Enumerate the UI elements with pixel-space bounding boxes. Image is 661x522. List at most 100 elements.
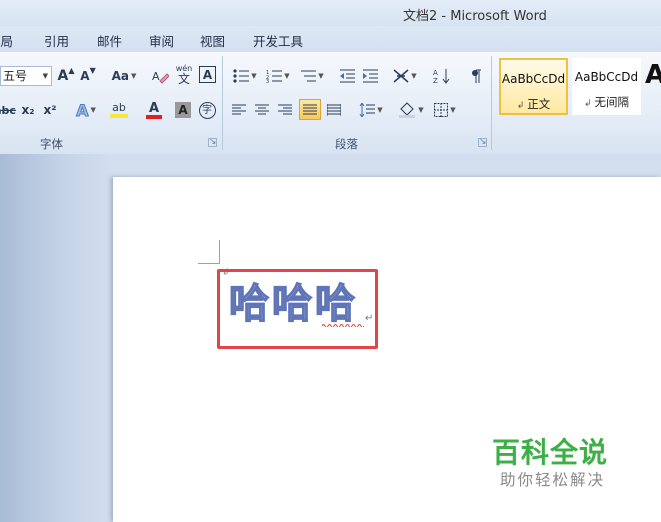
grow-font-label: A [57,68,69,84]
group-divider [222,56,223,150]
enclose-characters-button[interactable]: 字 [197,100,217,120]
return-mark-icon: ↲ [584,99,595,109]
style-name: 无间隔 [594,95,629,109]
justify-button[interactable] [299,99,321,120]
sort-icon: AZ [433,69,450,84]
dialog-launcher-icon[interactable]: ↘ [478,138,487,147]
align-center-button[interactable] [253,100,271,120]
window-title: 文档2 - Microsoft Word [403,9,547,24]
style-no-spacing[interactable]: AaBbCcDd ↲ 无间隔 [572,58,641,115]
multilevel-list-button[interactable]: ▼ [297,66,327,86]
subscript-label: x₂ [21,103,35,117]
tab-references[interactable]: 引用 [44,31,69,50]
font-size-select[interactable]: 五号 ▼ [0,66,52,86]
phonetic-guide-button[interactable]: wén 文 [174,64,194,86]
line-spacing-button[interactable]: ▼ [357,100,385,120]
font-color-label: A [148,100,160,116]
dialog-launcher-icon[interactable]: ↘ [208,138,217,147]
sort-button[interactable]: AZ [432,66,452,86]
spellcheck-squiggle [322,324,364,327]
chinese-layout-icon [393,69,409,83]
numbering-button[interactable]: 1 2 3 ▼ [263,66,293,86]
svg-text:A: A [152,70,160,83]
character-border-label: A [202,67,213,82]
font-color-button[interactable]: A [139,100,169,120]
shrink-font-button[interactable]: A ▼ [79,66,97,86]
show-marks-button[interactable] [468,66,484,86]
phonetic-char: 文 [177,72,190,86]
increase-indent-button[interactable] [360,66,380,86]
numbering-icon: 123 [266,70,283,83]
superscript-label: x² [43,103,57,117]
clear-format-button[interactable]: A [150,66,170,86]
highlight-label: ab [112,101,126,114]
chinese-layout-button[interactable]: ▼ [391,66,419,86]
decrease-indent-icon [340,69,355,83]
shrink-font-label: A [80,69,90,83]
shading-button[interactable]: ▼ [396,100,426,120]
crop-mark [198,263,220,264]
chevron-down-icon: ▼ [42,72,48,80]
return-mark-icon: ↲ [516,101,528,111]
paragraph-group-label: 段落 [335,137,358,151]
font-group-label: 字体 [40,137,63,151]
character-shading-label: A [178,103,188,117]
enclose-char-label: 字 [198,101,216,119]
chevron-down-icon: ▼ [131,72,137,80]
style-heading-preview[interactable]: A [645,60,661,90]
change-case-label: Aa [111,69,129,83]
distributed-icon [327,104,341,116]
increase-indent-icon [363,69,378,83]
svg-text:A: A [433,69,438,77]
multilevel-list-icon [301,70,317,82]
group-divider [491,56,492,150]
distributed-button[interactable] [325,100,343,120]
decrease-indent-button[interactable] [337,66,357,86]
svg-text:Z: Z [433,77,438,84]
highlight-color-button[interactable]: ab [104,100,134,120]
paint-bucket-icon [399,102,416,118]
tab-review[interactable]: 审阅 [149,31,174,50]
superscript-button[interactable]: x² [41,100,59,120]
pilcrow-icon [472,69,481,83]
svg-text:3: 3 [266,79,269,83]
bullets-icon [233,69,250,83]
tab-developer[interactable]: 开发工具 [253,31,303,50]
text-effects-button[interactable]: A ▼ [71,100,101,120]
highlight-color-swatch [110,114,128,118]
watermark-title: 百科全说 [492,436,609,469]
align-left-button[interactable] [230,100,248,120]
style-sample: AaBbCcDd [574,70,639,84]
bullets-button[interactable]: ▼ [230,66,260,86]
grow-font-button[interactable]: A ▲ [57,66,75,86]
tab-mailings[interactable]: 邮件 [97,31,122,50]
justify-icon [303,104,317,114]
ribbon: 五号 ▼ A▲ A▼ Aa▼ A wén 文 A abc x₂ x² A▼ ab… [0,52,661,155]
align-right-button[interactable] [276,100,294,120]
style-sample: AaBbCcDd [501,72,566,86]
style-normal[interactable]: AaBbCcDd ↲ 正文 [499,58,568,115]
align-left-icon [232,104,246,115]
chevron-down-icon: ▼ [90,106,96,114]
style-name: 正文 [527,97,551,111]
strikethrough-button[interactable]: abc [0,100,16,120]
change-case-button[interactable]: Aa ▼ [110,66,138,86]
ribbon-tabs: 布局 引用 邮件 审阅 视图 开发工具 [0,26,661,52]
character-border-button[interactable]: A [199,66,216,83]
font-size-value: 五号 [3,69,28,83]
borders-button[interactable]: ▼ [431,100,459,120]
paragraph-mark-icon: ↵ [365,313,374,324]
borders-icon [434,103,449,117]
character-shading-button[interactable]: A [175,102,191,118]
strikethrough-label: abc [0,103,16,117]
crop-mark [219,240,220,264]
tab-layout[interactable]: 布局 [0,31,13,50]
tab-view[interactable]: 视图 [200,31,225,50]
title-bar: 文档2 - Microsoft Word [0,0,661,26]
align-right-icon [278,104,292,115]
text-effect-label: A [76,100,89,120]
line-spacing-icon [359,103,376,117]
subscript-button[interactable]: x₂ [19,100,37,120]
watermark-subtitle: 助你轻松解决 [500,471,606,489]
align-center-icon [255,104,269,115]
